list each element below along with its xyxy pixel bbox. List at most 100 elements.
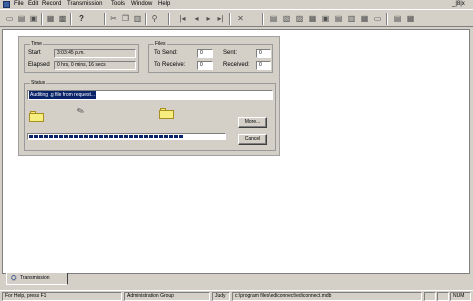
tool3-icon[interactable]: ▨ xyxy=(294,13,305,24)
menu-window[interactable]: Window xyxy=(131,1,152,8)
statusbar-indicator-2 xyxy=(437,292,449,301)
time-group: Time Start 3:03:45 p.m. Elapsed 0 hrs, 0… xyxy=(24,41,139,73)
paste-icon[interactable]: ▥ xyxy=(132,13,143,24)
tool10-icon[interactable]: ▤ xyxy=(392,13,403,24)
menu-transmission[interactable]: Transmission xyxy=(67,1,102,8)
progress-chunk xyxy=(139,135,143,138)
statusbar-indicator-1 xyxy=(424,292,436,301)
delete-icon[interactable]: ✕ xyxy=(235,13,246,24)
menu-record[interactable]: Record xyxy=(42,1,61,8)
progress-chunk xyxy=(129,135,133,138)
prev-icon[interactable]: ◂ xyxy=(191,13,202,24)
menu-help[interactable]: Help xyxy=(158,1,170,8)
sent-label: Sent: xyxy=(223,50,238,56)
to-send-label: To Send: xyxy=(154,50,178,56)
progress-chunk xyxy=(74,135,78,138)
menu-bar: File Edit Record Transmission Tools Wind… xyxy=(0,0,473,9)
time-group-title: Time xyxy=(30,41,43,48)
tool7-icon[interactable]: ▥ xyxy=(346,13,357,24)
progress-chunk xyxy=(154,135,158,138)
progress-chunk xyxy=(79,135,83,138)
menu-edit[interactable]: Edit xyxy=(28,1,38,8)
view-icon[interactable]: ▦ xyxy=(45,13,56,24)
toolbar-separator xyxy=(41,13,43,25)
progress-chunk xyxy=(34,135,38,138)
cut-icon[interactable]: ✂ xyxy=(108,13,119,24)
menu-file[interactable]: File xyxy=(14,1,24,8)
to-send-field: 0 xyxy=(197,49,213,58)
status-group: Status Auditing .g file from request... … xyxy=(24,80,276,151)
toolbar-separator xyxy=(70,13,72,25)
progress-chunk xyxy=(84,135,88,138)
progress-chunk xyxy=(149,135,153,138)
progress-chunk xyxy=(94,135,98,138)
toolbar-separator xyxy=(229,13,231,25)
tab-transmission[interactable]: ⛭ Transmission xyxy=(6,273,68,285)
progress-chunk xyxy=(159,135,163,138)
progress-chunk xyxy=(144,135,148,138)
progress-chunk xyxy=(49,135,53,138)
toolbar-separator xyxy=(104,13,106,25)
files-group: Files To Send: 0 Sent: 0 To Receive: 0 R… xyxy=(148,41,273,73)
open-icon[interactable]: ▤ xyxy=(16,13,27,24)
progress-chunk xyxy=(119,135,123,138)
copy-icon[interactable]: ❐ xyxy=(120,13,131,24)
start-time-field: 3:03:45 p.m. xyxy=(54,49,136,58)
transmission-window: Time Start 3:03:45 p.m. Elapsed 0 hrs, 0… xyxy=(18,36,280,156)
progress-chunk xyxy=(99,135,103,138)
app-icon[interactable] xyxy=(3,1,10,8)
progress-chunk xyxy=(124,135,128,138)
save-icon[interactable]: ▣ xyxy=(28,13,39,24)
find-icon[interactable]: ⚲ xyxy=(149,13,160,24)
tool4-icon[interactable]: ▦ xyxy=(307,13,318,24)
status-group-title: Status xyxy=(30,80,47,87)
cancel-button[interactable]: Cancel xyxy=(238,134,267,145)
status-message: Auditing .g file from request... xyxy=(29,91,97,99)
progress-chunk xyxy=(59,135,63,138)
to-receive-label: To Receive: xyxy=(154,62,186,68)
progress-bar xyxy=(27,133,226,140)
first-icon[interactable]: |◂ xyxy=(177,13,188,24)
sent-value: 0 xyxy=(259,50,262,56)
toolbar-separator xyxy=(145,13,147,25)
toolbar-separator xyxy=(262,13,264,25)
progress-chunk xyxy=(69,135,73,138)
start-label: Start xyxy=(28,50,41,56)
progress-chunk xyxy=(104,135,108,138)
more-button[interactable]: More... xyxy=(238,117,267,128)
elapsed-time-field: 0 hrs, 0 mins, 16 secs xyxy=(54,61,136,70)
tool11-icon[interactable]: ▦ xyxy=(405,13,416,24)
tool9-icon[interactable]: ▭ xyxy=(372,13,383,24)
help-icon[interactable]: ? xyxy=(76,13,87,24)
last-icon[interactable]: ▸| xyxy=(215,13,226,24)
tool6-icon[interactable]: ▤ xyxy=(333,13,344,24)
tool5-icon[interactable]: ▣ xyxy=(320,13,331,24)
statusbar-num: NUM xyxy=(450,292,471,301)
next-icon[interactable]: ▸ xyxy=(203,13,214,24)
progress-chunk xyxy=(164,135,168,138)
view2-icon[interactable]: ▩ xyxy=(57,13,68,24)
status-bar: For Help, press F1 Administration Group … xyxy=(0,290,473,301)
window-controls[interactable]: _|8|x xyxy=(452,1,465,8)
progress-chunk xyxy=(109,135,113,138)
toolbar: ▭ ▤ ▣ ▦ ▩ ? ✂ ❐ ▥ ⚲ |◂ ◂ ▸ ▸| ✕ ▤ ▧ ▨ ▦ … xyxy=(0,9,473,27)
progress-chunk xyxy=(39,135,43,138)
elapsed-time-value: 0 hrs, 0 mins, 16 secs xyxy=(57,62,106,68)
tab-transmission-label: Transmission xyxy=(20,275,50,281)
new-icon[interactable]: ▭ xyxy=(4,13,15,24)
tool2-icon[interactable]: ▧ xyxy=(281,13,292,24)
tool1-icon[interactable]: ▤ xyxy=(268,13,279,24)
received-field: 0 xyxy=(256,61,271,70)
toolbar-separator xyxy=(168,13,170,25)
sent-field: 0 xyxy=(256,49,271,58)
menu-tools[interactable]: Tools xyxy=(111,1,125,8)
progress-chunk xyxy=(54,135,58,138)
toolbar-separator xyxy=(386,13,388,25)
received-label: Received: xyxy=(223,62,250,68)
tool8-icon[interactable]: ▦ xyxy=(359,13,370,24)
progress-chunk xyxy=(134,135,138,138)
start-time-value: 3:03:45 p.m. xyxy=(57,50,85,56)
to-send-value: 0 xyxy=(200,50,203,56)
received-value: 0 xyxy=(259,62,262,68)
progress-chunk xyxy=(179,135,183,138)
